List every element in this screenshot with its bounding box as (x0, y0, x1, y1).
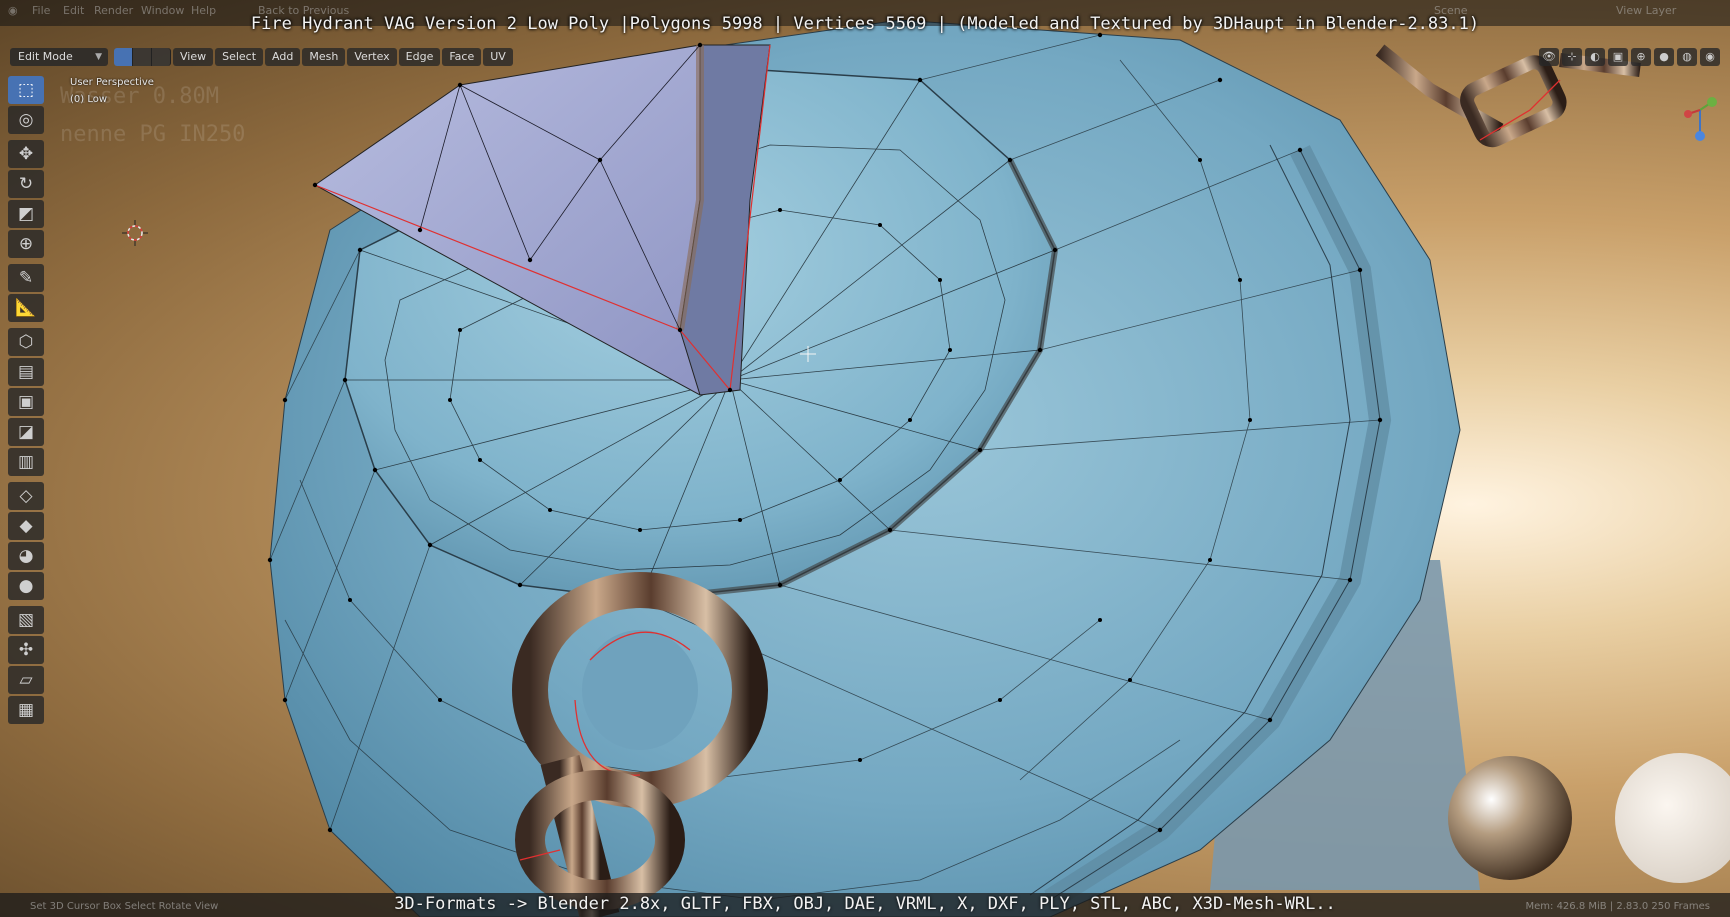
rotate-tool[interactable]: ↻ (8, 170, 44, 198)
solid-shading-icon[interactable]: ● (1654, 48, 1674, 66)
ghost-text-2: nenne PG IN250 (60, 122, 246, 147)
loop-cut-tool-icon: ▥ (17, 452, 35, 472)
viewport-header-menu: View Select Add Mesh Vertex Edge Face UV (173, 48, 513, 66)
measure-tool[interactable]: 📐 (8, 294, 44, 322)
video-title: Fire Hydrant VAG Version 2 Low Poly |Pol… (250, 14, 1480, 34)
bevel-tool[interactable]: ◪ (8, 418, 44, 446)
cursor-tool-icon: ◎ (18, 110, 34, 130)
select-box-tool-icon: ⬚ (17, 80, 35, 100)
poly-build-tool-icon: ◆ (19, 516, 33, 536)
mode-label: Edit Mode (18, 50, 73, 63)
wireframe-shading-icon[interactable]: ⊕ (1631, 48, 1651, 66)
header-menu-add[interactable]: Add (265, 48, 301, 66)
edge-select-icon[interactable] (133, 48, 152, 66)
viewport-shading-buttons: 👁 ⊹ ◐ ▣ ⊕ ● ◍ ◉ (1539, 48, 1720, 66)
rip-region-tool[interactable]: ▦ (8, 696, 44, 724)
shrink-fatten-tool-icon: ✣ (18, 640, 34, 660)
measure-tool-icon: 📐 (15, 298, 37, 318)
shear-tool-icon: ▱ (19, 670, 33, 690)
rendered-shading-icon[interactable]: ◉ (1700, 48, 1720, 66)
scale-tool-icon: ◩ (17, 204, 35, 224)
visibility-icon[interactable]: 👁 (1539, 48, 1559, 66)
add-cube-tool[interactable]: ⬡ (8, 328, 44, 356)
shrink-fatten-tool[interactable]: ✣ (8, 636, 44, 664)
vertex-select-icon[interactable] (114, 48, 133, 66)
header-menu-view[interactable]: View (173, 48, 214, 66)
rotate-tool-icon: ↻ (18, 174, 34, 194)
header-menu-uv[interactable]: UV (483, 48, 513, 66)
knife-tool[interactable]: ◇ (8, 482, 44, 510)
face-select-icon[interactable] (152, 48, 171, 66)
transform-tool-icon: ⊕ (18, 234, 34, 254)
material-shading-icon[interactable]: ◍ (1677, 48, 1697, 66)
xray-toggle-icon[interactable]: ▣ (1608, 48, 1628, 66)
cursor-tool[interactable]: ◎ (8, 106, 44, 134)
edge-slide-tool[interactable]: ▧ (8, 606, 44, 634)
header-menu-edge[interactable]: Edge (398, 48, 441, 66)
formats-caption: 3D-Formats -> Blender 2.8x, GLTF, FBX, O… (394, 894, 1336, 914)
move-tool[interactable]: ✥ (8, 140, 44, 168)
header-menu-face[interactable]: Face (442, 48, 482, 66)
header-menu-mesh[interactable]: Mesh (302, 48, 346, 66)
scene-render (267, 19, 1730, 917)
3d-viewport[interactable]: Wasser 0.80M nenne PG IN250 User Perspec… (0, 0, 1730, 917)
extrude-tool-icon: ▤ (17, 362, 35, 382)
object-name: (0) Low (70, 94, 108, 105)
knife-tool-icon: ◇ (19, 486, 33, 506)
select-box-tool[interactable]: ⬚ (8, 76, 44, 104)
spin-tool[interactable]: ◕ (8, 542, 44, 570)
spin-tool-icon: ◕ (18, 546, 34, 566)
select-mode-group (114, 48, 171, 66)
edge-slide-tool-icon: ▧ (17, 610, 35, 630)
3d-cursor-icon[interactable] (122, 220, 148, 246)
inset-tool-icon: ▣ (17, 392, 35, 412)
header-menu-select[interactable]: Select (215, 48, 264, 66)
scale-tool[interactable]: ◩ (8, 200, 44, 228)
gizmo-toggle-icon[interactable]: ⊹ (1562, 48, 1582, 66)
header-menu-vertex[interactable]: Vertex (347, 48, 397, 66)
smooth-tool-icon: ● (18, 576, 34, 596)
tool-shelf: ⬚ ◎ ✥ ↻ ◩ ⊕ ✎ 📐 ⬡ ▤ ▣ ◪ ▥ ◇ ◆ ◕ ● ▧ ✣ ▱ ▦ (7, 76, 45, 726)
move-tool-icon: ✥ (18, 144, 34, 164)
bevel-tool-icon: ◪ (17, 422, 35, 442)
annotate-tool[interactable]: ✎ (8, 264, 44, 292)
rip-region-tool-icon: ▦ (17, 700, 35, 720)
poly-build-tool[interactable]: ◆ (8, 512, 44, 540)
add-cube-tool-icon: ⬡ (18, 332, 34, 352)
mode-selector[interactable]: Edit Mode ▼ (10, 48, 108, 66)
loop-cut-tool[interactable]: ▥ (8, 448, 44, 476)
annotate-tool-icon: ✎ (18, 268, 34, 288)
navigation-gizmo[interactable] (1682, 80, 1718, 150)
smooth-tool[interactable]: ● (8, 572, 44, 600)
shear-tool[interactable]: ▱ (8, 666, 44, 694)
overlay-toggle-icon[interactable]: ◐ (1585, 48, 1605, 66)
view-name: User Perspective (70, 77, 154, 88)
extrude-tool[interactable]: ▤ (8, 358, 44, 386)
transform-tool[interactable]: ⊕ (8, 230, 44, 258)
chevron-down-icon: ▼ (95, 52, 102, 62)
inset-tool[interactable]: ▣ (8, 388, 44, 416)
